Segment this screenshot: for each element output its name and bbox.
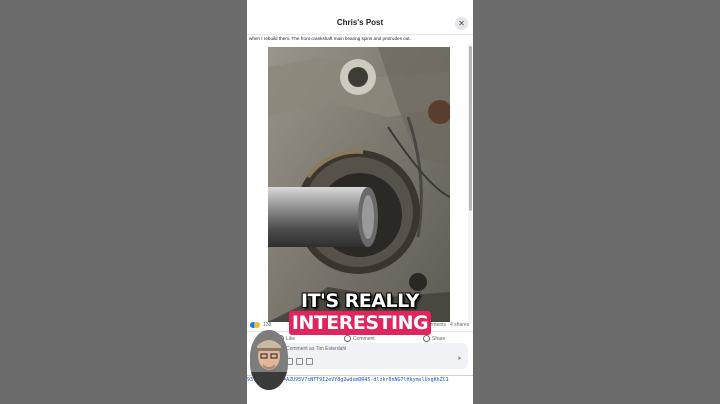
shares-count[interactable]: 4 shares	[450, 322, 469, 328]
comment-attachments	[286, 358, 316, 367]
presenter-avatar	[250, 330, 288, 390]
caption-plain: IT'S REALLY	[301, 290, 419, 312]
comment-icon	[344, 335, 351, 342]
comment-button[interactable]: Comment	[344, 335, 375, 342]
haha-reaction-icon	[254, 322, 260, 328]
caption-highlight: INTERESTING	[288, 311, 432, 335]
post-photo-area	[247, 45, 467, 322]
reactions[interactable]	[250, 322, 260, 328]
video-background-right	[473, 0, 720, 404]
reaction-count[interactable]: 138	[263, 322, 271, 328]
video-caption: IT'S REALLY INTERESTING	[247, 290, 473, 335]
share-button[interactable]: Share	[423, 335, 445, 342]
post-header: Chris's Post ✕	[247, 0, 473, 35]
engine-photo[interactable]	[268, 47, 450, 322]
sticker-icon[interactable]	[306, 358, 313, 365]
comment-placeholder: Comment as Tim Esterdahl	[286, 346, 347, 352]
share-icon	[423, 335, 430, 342]
close-icon[interactable]: ✕	[455, 17, 468, 30]
comment-label: Comment	[353, 335, 375, 342]
page-title: Chris's Post	[336, 18, 384, 27]
share-label: Share	[432, 335, 446, 342]
comment-input[interactable]: Comment as Tim Esterdahl ➤	[280, 343, 468, 369]
scrollbar-thumb[interactable]	[469, 46, 472, 211]
video-background-left	[0, 0, 247, 404]
gif-icon[interactable]	[296, 358, 303, 365]
like-label: Like	[286, 335, 296, 342]
send-icon[interactable]: ➤	[457, 355, 462, 362]
post-text: when I rebuild them. The front crankshaf…	[249, 36, 411, 41]
